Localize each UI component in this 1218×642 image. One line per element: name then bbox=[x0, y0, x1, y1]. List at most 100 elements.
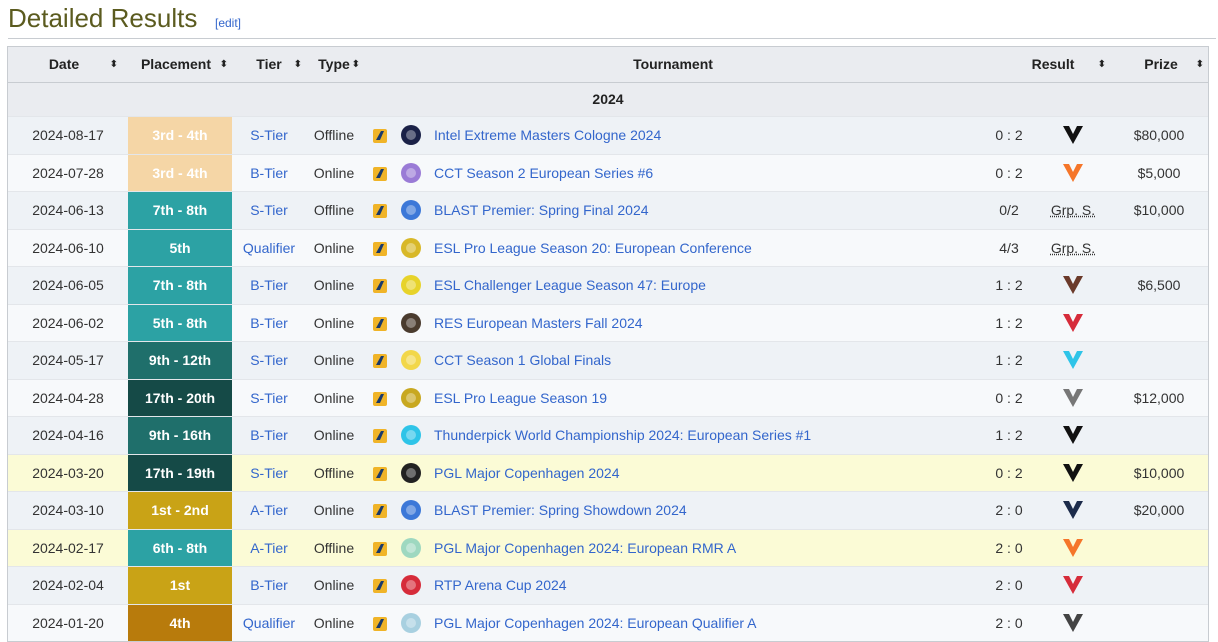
year-divider: 2024 bbox=[8, 83, 1208, 116]
col-placement[interactable]: Placement ⬍ bbox=[122, 47, 230, 82]
col-result[interactable]: Result ⬍ bbox=[998, 47, 1108, 82]
col-tournament-label: Tournament bbox=[633, 56, 713, 72]
result-cell: 0 : 2 bbox=[995, 127, 1023, 143]
result-cell: 2 : 0 bbox=[995, 502, 1023, 518]
tournament-logo-icon[interactable] bbox=[400, 349, 422, 371]
fnatic-icon[interactable] bbox=[1060, 536, 1086, 560]
col-tournament: Tournament bbox=[368, 47, 978, 82]
tier-link[interactable]: A-Tier bbox=[234, 492, 304, 529]
col-type-label: Type bbox=[318, 56, 350, 72]
tier-link[interactable]: B-Tier bbox=[234, 567, 304, 604]
tournament-link[interactable]: ESL Pro League Season 20: European Confe… bbox=[434, 230, 954, 267]
dragon-icon[interactable] bbox=[1060, 573, 1086, 597]
tournament-link[interactable]: RTP Arena Cup 2024 bbox=[434, 567, 954, 604]
counter-strike-icon[interactable] bbox=[372, 128, 388, 144]
og-icon[interactable] bbox=[1060, 498, 1086, 522]
sort-icon[interactable]: ⬍ bbox=[1196, 47, 1204, 82]
sort-icon[interactable]: ⬍ bbox=[110, 47, 118, 82]
tournament-link[interactable]: BLAST Premier: Spring Final 2024 bbox=[434, 192, 954, 229]
type-cell: Offline bbox=[313, 539, 355, 556]
tournament-logo-icon[interactable] bbox=[400, 162, 422, 184]
tournament-logo-icon[interactable] bbox=[400, 312, 422, 334]
date-cell: 2024-03-10 bbox=[32, 502, 104, 518]
col-type[interactable]: Type ⬍ bbox=[306, 47, 362, 82]
tournament-logo-icon[interactable] bbox=[400, 499, 422, 521]
tournament-link[interactable]: CCT Season 2 European Series #6 bbox=[434, 155, 954, 192]
table-row: 2024-02-17 6th - 8th A-Tier Offline PGL Majo… bbox=[8, 528, 1208, 567]
tier-link[interactable]: Qualifier bbox=[234, 605, 304, 642]
counter-strike-icon[interactable] bbox=[372, 541, 388, 557]
counter-strike-icon[interactable] bbox=[372, 578, 388, 594]
tournament-link[interactable]: ESL Pro League Season 19 bbox=[434, 380, 954, 417]
type-cell: Offline bbox=[313, 464, 355, 481]
counter-strike-icon[interactable] bbox=[372, 241, 388, 257]
prize-cell bbox=[1118, 567, 1200, 604]
date-cell: 2024-06-05 bbox=[32, 277, 104, 293]
counter-strike-icon[interactable] bbox=[372, 616, 388, 632]
counter-strike-icon[interactable] bbox=[372, 278, 388, 294]
rhino-icon[interactable] bbox=[1060, 273, 1086, 297]
col-prize[interactable]: Prize ⬍ bbox=[1116, 47, 1206, 82]
tier-link[interactable]: S-Tier bbox=[234, 117, 304, 154]
tournament-link[interactable]: PGL Major Copenhagen 2024: European RMR … bbox=[434, 530, 954, 567]
tournament-logo-icon[interactable] bbox=[400, 387, 422, 409]
fox-icon[interactable] bbox=[1060, 386, 1086, 410]
tournament-logo-icon[interactable] bbox=[400, 462, 422, 484]
prize-cell bbox=[1118, 230, 1200, 267]
placement-cell: 7th - 8th bbox=[128, 192, 232, 229]
skull-icon[interactable] bbox=[1060, 611, 1086, 635]
saw-icon[interactable] bbox=[1060, 423, 1086, 447]
counter-strike-icon[interactable] bbox=[372, 503, 388, 519]
tier-link[interactable]: B-Tier bbox=[234, 305, 304, 342]
tier-link[interactable]: B-Tier bbox=[234, 417, 304, 454]
tournament-logo-icon[interactable] bbox=[400, 537, 422, 559]
tournament-link[interactable]: Intel Extreme Masters Cologne 2024 bbox=[434, 117, 954, 154]
sort-icon[interactable]: ⬍ bbox=[294, 47, 302, 82]
tournament-logo-icon[interactable] bbox=[400, 424, 422, 446]
tournament-link[interactable]: PGL Major Copenhagen 2024 bbox=[434, 455, 954, 492]
counter-strike-icon[interactable] bbox=[372, 166, 388, 182]
sort-icon[interactable]: ⬍ bbox=[1098, 47, 1106, 82]
tournament-logo-icon[interactable] bbox=[400, 274, 422, 296]
counter-strike-icon[interactable] bbox=[372, 391, 388, 407]
sort-icon[interactable]: ⬍ bbox=[220, 47, 228, 82]
counter-strike-icon[interactable] bbox=[372, 353, 388, 369]
edit-link[interactable]: [edit] bbox=[215, 16, 241, 30]
result-cell: 1 : 2 bbox=[995, 277, 1023, 293]
tournament-link[interactable]: BLAST Premier: Spring Showdown 2024 bbox=[434, 492, 954, 529]
placement-cell: 1st - 2nd bbox=[128, 492, 232, 529]
counter-strike-icon[interactable] bbox=[372, 428, 388, 444]
tournament-link[interactable]: Thunderpick World Championship 2024: Eur… bbox=[434, 417, 954, 454]
tier-link[interactable]: S-Tier bbox=[234, 380, 304, 417]
tournament-logo-icon[interactable] bbox=[400, 237, 422, 259]
vitality-icon[interactable] bbox=[1060, 123, 1086, 147]
counter-strike-icon[interactable] bbox=[372, 316, 388, 332]
prize-cell bbox=[1118, 342, 1200, 379]
counter-strike-icon[interactable] bbox=[372, 203, 388, 219]
tournament-logo-icon[interactable] bbox=[400, 124, 422, 146]
tournament-logo-icon[interactable] bbox=[400, 199, 422, 221]
group-stage-label: Grp. S. bbox=[1050, 202, 1096, 218]
tournament-logo-icon[interactable] bbox=[400, 612, 422, 634]
col-tier[interactable]: Tier ⬍ bbox=[234, 47, 304, 82]
tournament-logo-icon[interactable] bbox=[400, 574, 422, 596]
col-date[interactable]: Date ⬍ bbox=[8, 47, 120, 82]
cloud-icon[interactable] bbox=[1060, 348, 1086, 372]
tier-link[interactable]: B-Tier bbox=[234, 155, 304, 192]
tier-link[interactable]: S-Tier bbox=[234, 342, 304, 379]
sort-icon[interactable]: ⬍ bbox=[352, 47, 360, 82]
counter-strike-icon[interactable] bbox=[372, 466, 388, 482]
tier-link[interactable]: S-Tier bbox=[234, 192, 304, 229]
arrow-icon[interactable] bbox=[1060, 311, 1086, 335]
tier-link[interactable]: S-Tier bbox=[234, 455, 304, 492]
table-row: 2024-06-10 5th Qualifier Online ESL Pro Leag… bbox=[8, 228, 1208, 267]
fnatic-icon[interactable] bbox=[1060, 161, 1086, 185]
tier-link[interactable]: Qualifier bbox=[234, 230, 304, 267]
tournament-link[interactable]: PGL Major Copenhagen 2024: European Qual… bbox=[434, 605, 954, 642]
tournament-link[interactable]: CCT Season 1 Global Finals bbox=[434, 342, 954, 379]
tournament-link[interactable]: ESL Challenger League Season 47: Europe bbox=[434, 267, 954, 304]
furia-icon[interactable] bbox=[1060, 461, 1086, 485]
tournament-link[interactable]: RES European Masters Fall 2024 bbox=[434, 305, 954, 342]
tier-link[interactable]: A-Tier bbox=[234, 530, 304, 567]
tier-link[interactable]: B-Tier bbox=[234, 267, 304, 304]
